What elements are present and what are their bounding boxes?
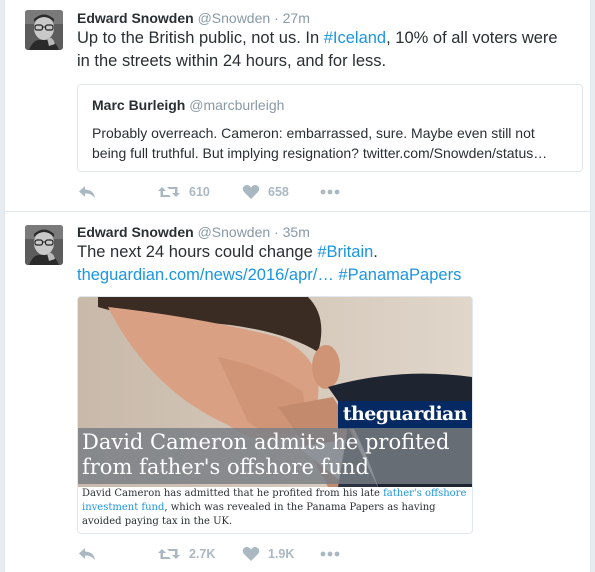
reply-icon: [79, 186, 95, 198]
tweet-header: Edward Snowden @Snowden · 27m: [77, 10, 310, 26]
quoted-author-name: Marc Burleigh: [92, 97, 186, 113]
author-name[interactable]: Edward Snowden: [77, 10, 194, 26]
quoted-author-handle: @marcburleigh: [189, 97, 285, 113]
more-button[interactable]: [320, 544, 340, 564]
tweet-actions: 610 658: [77, 182, 417, 202]
card-image: theguardian David Cameron admits he prof…: [78, 297, 472, 487]
separator-dot: ·: [274, 224, 279, 240]
hashtag-link[interactable]: #Iceland: [324, 29, 386, 47]
more-icon: [320, 551, 340, 557]
retweet-icon: [158, 549, 180, 559]
tweet-text: The next 24 hours could change #Britain.…: [77, 241, 567, 287]
tweet-text-part: .: [373, 243, 378, 261]
avatar-image: [25, 10, 63, 50]
hashtag-link[interactable]: #PanamaPapers: [338, 266, 461, 284]
author-handle[interactable]: @Snowden: [198, 224, 271, 240]
tweet-text: Up to the British public, not us. In #Ic…: [77, 27, 567, 73]
tweet-header: Edward Snowden @Snowden · 35m: [77, 224, 310, 240]
article-link[interactable]: theguardian.com/news/2016/apr/…: [77, 266, 334, 284]
timeline: Edward Snowden @Snowden · 27m Up to the …: [4, 0, 591, 572]
card-description: David Cameron has admitted that he profi…: [82, 487, 470, 529]
avatar[interactable]: [25, 10, 63, 50]
heart-icon: [242, 547, 260, 561]
card-headline: David Cameron admits he profited from fa…: [82, 430, 450, 479]
like-count: 658: [268, 185, 289, 199]
quoted-author: Marc Burleigh @marcburleigh: [92, 97, 284, 113]
author-name[interactable]: Edward Snowden: [77, 224, 194, 240]
retweet-icon: [158, 187, 180, 197]
quoted-tweet[interactable]: Marc Burleigh @marcburleigh Probably ove…: [77, 84, 583, 172]
more-button[interactable]: [320, 182, 340, 202]
reply-button[interactable]: [77, 182, 97, 202]
quoted-tweet-text: Probably overreach. Cameron: embarrassed…: [92, 125, 548, 161]
link-card[interactable]: theguardian David Cameron admits he prof…: [77, 296, 473, 534]
like-count: 1.9K: [268, 547, 295, 561]
tweet-actions: 2.7K 1.9K: [77, 544, 417, 564]
retweet-button[interactable]: 2.7K: [157, 544, 215, 564]
hashtag-link[interactable]: #Britain: [317, 243, 373, 261]
timestamp[interactable]: 27m: [283, 10, 310, 26]
timestamp[interactable]: 35m: [283, 224, 310, 240]
like-button[interactable]: 658: [242, 182, 289, 202]
retweet-button[interactable]: 610: [157, 182, 210, 202]
retweet-count: 2.7K: [189, 547, 216, 561]
author-handle[interactable]: @Snowden: [198, 10, 271, 26]
avatar-image: [25, 225, 63, 265]
card-desc-part: David Cameron has admitted that he profi…: [82, 488, 384, 499]
tweet-text-part: The next 24 hours could change: [77, 243, 318, 261]
tweet[interactable]: Edward Snowden @Snowden · 35m The next 2…: [5, 213, 590, 572]
retweet-count: 610: [189, 185, 210, 199]
reply-button[interactable]: [77, 544, 97, 564]
separator-dot: ·: [274, 10, 279, 26]
more-icon: [320, 189, 340, 195]
avatar[interactable]: [25, 225, 63, 265]
guardian-logo: theguardian: [337, 401, 472, 429]
tweet[interactable]: Edward Snowden @Snowden · 27m Up to the …: [5, 0, 590, 212]
heart-icon: [242, 185, 260, 199]
like-button[interactable]: 1.9K: [242, 544, 294, 564]
reply-icon: [79, 548, 95, 560]
tweet-text-part: Up to the British public, not us. In: [77, 29, 324, 47]
